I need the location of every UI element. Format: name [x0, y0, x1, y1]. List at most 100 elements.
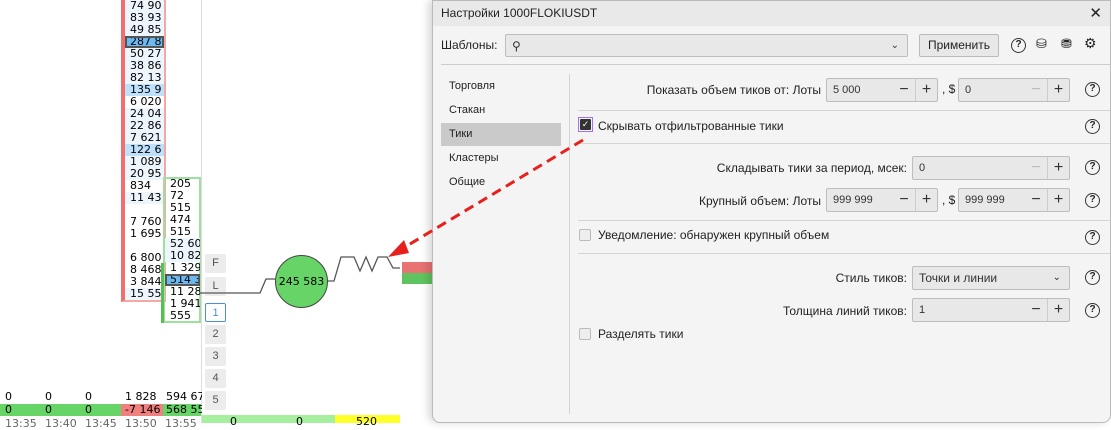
side-button-3[interactable]: 3: [205, 347, 226, 366]
minus-button[interactable]: −: [893, 79, 915, 101]
check-icon: ✓: [580, 119, 591, 130]
bottom-row1-cell: 594 67: [166, 391, 202, 403]
strip-value: 0: [230, 416, 237, 428]
minus-button[interactable]: −: [893, 189, 915, 211]
import-template-icon[interactable]: ⛁: [1036, 36, 1047, 52]
notify-large-volume-checkbox[interactable]: [579, 229, 591, 241]
value: 0: [965, 84, 972, 96]
strip-value: 520: [356, 416, 377, 428]
time-label: 13:50: [125, 418, 157, 430]
show-volume-usd-stepper[interactable]: 0 − +: [958, 78, 1070, 102]
tick-style-select[interactable]: Точки и линии ⌄: [912, 266, 1070, 290]
bid-bar: [402, 273, 432, 284]
show-volume-lots-stepper[interactable]: 5 000 − +: [826, 78, 938, 102]
panel-divider: [201, 0, 202, 423]
minus-button[interactable]: −: [1025, 157, 1047, 179]
help-icon[interactable]: ?: [1085, 119, 1100, 134]
bottom-row2-cell: 0: [5, 404, 12, 416]
chevron-down-icon: ⌄: [890, 40, 899, 51]
ask-column: 74 90 83 93 49 85 287 8 50 27 38 86 82 13 135 9…: [125, 0, 164, 300]
split-ticks-checkbox[interactable]: [579, 328, 591, 340]
divider: [578, 110, 1110, 111]
plus-button[interactable]: +: [915, 189, 937, 211]
bottom-row2-cell: 0: [45, 404, 52, 416]
nav-item[interactable]: Кластеры: [441, 147, 561, 170]
nav-item[interactable]: Торговля: [441, 75, 561, 98]
merge-period-label: Складывать тики за период, мсек:: [716, 161, 907, 175]
split-ticks-label: Разделять тики: [598, 327, 684, 341]
time-label: 13:55: [165, 418, 197, 430]
help-icon[interactable]: ?: [1085, 193, 1100, 208]
chevron-down-icon: ⌄: [1052, 272, 1061, 283]
value: Точки и линии: [919, 271, 998, 285]
bottom-row2-cell: -7 146: [125, 404, 161, 416]
settings-dialog: Настройки 1000FLOKIUSDT ✕ Шаблоны: ⚲ ⌄ П…: [432, 0, 1111, 423]
search-icon: ⚲: [512, 39, 521, 53]
ask-cell[interactable]: 1 695: [125, 228, 164, 240]
bid-cell[interactable]: 555: [165, 310, 200, 322]
ask-bar: [402, 262, 432, 273]
gear-icon[interactable]: ⚙: [1084, 35, 1097, 52]
plus-button[interactable]: +: [1047, 189, 1069, 211]
bid-column-marker: [161, 263, 164, 323]
value: 1: [919, 304, 926, 316]
plus-button[interactable]: +: [915, 79, 937, 101]
ask-cell[interactable]: 11 43: [125, 192, 164, 204]
help-icon[interactable]: ?: [1085, 270, 1100, 285]
show-volume-label: Показать объем тиков от: Лоты: [646, 83, 821, 97]
bottom-row1-cell: 1 828: [125, 391, 157, 403]
nav-item[interactable]: Стакан: [441, 99, 561, 122]
large-volume-lots-stepper[interactable]: 999 999 − +: [826, 188, 938, 212]
bottom-row2-cell: 568 55: [166, 404, 202, 416]
value: 999 999: [833, 194, 873, 206]
bottom-row2-cell: 0: [85, 404, 92, 416]
divider: [578, 143, 1110, 144]
nav-divider: [569, 74, 570, 414]
nav-item[interactable]: Тики: [441, 123, 561, 146]
hide-filtered-checkbox[interactable]: ✓: [578, 117, 593, 132]
templates-search-input[interactable]: ⚲ ⌄: [505, 34, 908, 57]
help-icon[interactable]: ?: [1011, 38, 1026, 53]
export-template-icon[interactable]: ⛃: [1061, 36, 1072, 52]
side-button-5[interactable]: 5: [205, 391, 226, 410]
close-icon[interactable]: ✕: [1089, 1, 1102, 26]
ask-cell[interactable]: 15 55: [125, 288, 164, 300]
side-button-4[interactable]: 4: [205, 369, 226, 388]
large-volume-usd-stepper[interactable]: 999 999 − +: [958, 188, 1070, 212]
time-label: 13:40: [45, 418, 77, 430]
merge-period-stepper[interactable]: 0 − +: [912, 156, 1070, 180]
volume-bubble[interactable]: 245 583: [275, 255, 328, 308]
side-button-2[interactable]: 2: [205, 325, 226, 344]
notify-large-volume-label: Уведомление: обнаружен крупный объем: [598, 228, 830, 242]
strip-value: 0: [296, 416, 303, 428]
help-icon[interactable]: ?: [1085, 160, 1100, 175]
divider: [578, 220, 1110, 221]
minus-button[interactable]: −: [1025, 79, 1047, 101]
large-volume-label: Крупный объем: Лоты: [699, 194, 821, 208]
value: 999 999: [965, 194, 1005, 206]
help-icon[interactable]: ?: [1085, 303, 1100, 318]
plus-button[interactable]: +: [1047, 79, 1069, 101]
divider: [441, 64, 1110, 65]
line-thickness-stepper[interactable]: 1 − +: [912, 298, 1070, 322]
bid-column: 205 72 515 474 515 52 60 10 82 1 329 514 3 11 28 1…: [165, 178, 200, 322]
help-icon[interactable]: ?: [1085, 82, 1100, 97]
tick-style-label: Стиль тиков:: [835, 271, 907, 285]
minus-button[interactable]: −: [1025, 299, 1047, 321]
plus-button[interactable]: +: [1047, 157, 1069, 179]
minus-button[interactable]: −: [1025, 189, 1047, 211]
bottom-row1-cell: 0: [5, 391, 12, 403]
bottom-row1-cell: 0: [85, 391, 92, 403]
line-thickness-label: Толщина линий тиков:: [782, 304, 907, 318]
bottom-row1-cell: 0: [45, 391, 52, 403]
apply-button[interactable]: Применить: [919, 34, 999, 57]
nav-item[interactable]: Общие: [441, 171, 561, 194]
divider: [578, 253, 1110, 254]
templates-label: Шаблоны:: [441, 38, 498, 52]
help-icon[interactable]: ?: [1085, 230, 1100, 245]
tick-line: [328, 255, 400, 282]
plus-button[interactable]: +: [1047, 299, 1069, 321]
hide-filtered-label: Скрывать отфильтрованные тики: [598, 119, 784, 133]
time-label: 13:45: [85, 418, 117, 430]
value: 5 000: [833, 84, 861, 96]
